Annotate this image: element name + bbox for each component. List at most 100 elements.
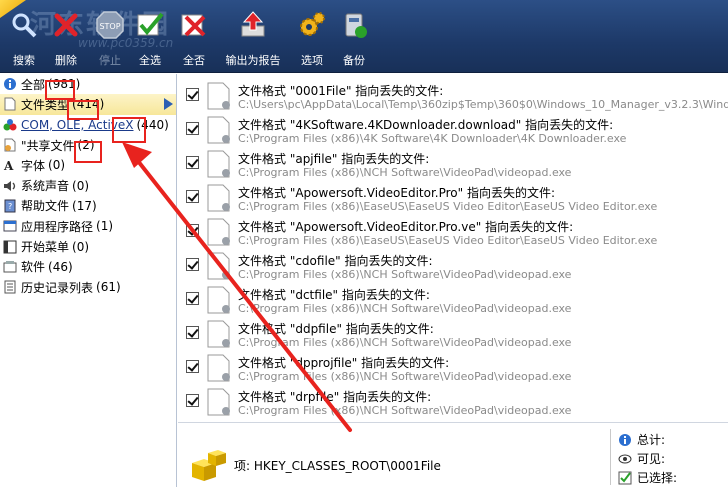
item-path: C:\Program Files (x86)\NCH Software\Vide… bbox=[238, 370, 572, 383]
select-all-icon bbox=[135, 10, 165, 40]
item-checkbox[interactable] bbox=[186, 88, 199, 101]
deselect-all-button[interactable]: 全否 bbox=[170, 10, 218, 68]
list-item[interactable]: 文件格式 "dpprojfile" 指向丢失的文件: C:\Program Fi… bbox=[178, 351, 728, 385]
help-book-icon: ? bbox=[3, 199, 17, 213]
missing-file-icon bbox=[204, 387, 234, 417]
font-icon: A bbox=[3, 158, 17, 173]
stat-selected-label: 已选择: bbox=[637, 471, 678, 485]
list-item[interactable]: 文件格式 "dctfile" 指向丢失的文件: C:\Program Files… bbox=[178, 283, 728, 317]
document-icon bbox=[3, 97, 17, 111]
history-list-icon bbox=[3, 280, 17, 294]
sidebar-item-count: (1) bbox=[96, 219, 114, 234]
svg-text:A: A bbox=[3, 159, 14, 172]
sidebar-item-label: "共享文件 bbox=[21, 138, 75, 153]
export-report-icon bbox=[238, 10, 268, 40]
item-path: C:\Program Files (x86)\NCH Software\Vide… bbox=[238, 404, 572, 417]
item-title: 文件格式 "dpprojfile" 指向丢失的文件: bbox=[238, 356, 450, 370]
delete-button[interactable]: 删除 bbox=[42, 10, 90, 68]
checkmark-icon bbox=[618, 471, 632, 485]
stop-icon: STOP bbox=[95, 10, 125, 40]
select-all-button[interactable]: 全选 bbox=[126, 10, 174, 68]
start-menu-icon bbox=[3, 240, 17, 254]
item-checkbox[interactable] bbox=[186, 190, 199, 203]
missing-file-icon bbox=[204, 115, 234, 145]
shared-file-icon bbox=[3, 138, 17, 152]
list-item[interactable]: 文件格式 "ddpfile" 指向丢失的文件: C:\Program Files… bbox=[178, 317, 728, 351]
toolbar: 河东软件园 www.pc0359.cn 搜索 删除 STOP 停止 全选 全否 bbox=[0, 0, 728, 73]
item-checkbox[interactable] bbox=[186, 292, 199, 305]
item-title: 文件格式 "drpfile" 指向丢失的文件: bbox=[238, 390, 432, 404]
info-circle-icon bbox=[3, 77, 17, 91]
search-icon bbox=[9, 10, 39, 40]
backup-button[interactable]: 备份 bbox=[330, 10, 378, 68]
missing-file-icon bbox=[204, 285, 234, 315]
item-path: C:\Program Files (x86)\NCH Software\Vide… bbox=[238, 302, 572, 315]
list-item[interactable]: 文件格式 "Apowersoft.VideoEditor.Pro.ve" 指向丢… bbox=[178, 215, 728, 249]
item-title: 文件格式 "ddpfile" 指向丢失的文件: bbox=[238, 322, 434, 336]
list-item[interactable]: 文件格式 "drpfile" 指向丢失的文件: C:\Program Files… bbox=[178, 385, 728, 419]
item-title: 文件格式 "cdofile" 指向丢失的文件: bbox=[238, 254, 433, 268]
sidebar-item-count: (0) bbox=[72, 178, 90, 193]
export-report-button[interactable]: 输出为报告 bbox=[218, 10, 288, 68]
stat-total: 总计: bbox=[618, 431, 665, 448]
status-area: 项: HKEY_CLASSES_ROOT\0001File 总计: 可见: 已选… bbox=[178, 422, 728, 487]
sidebar-item-count: (46) bbox=[48, 259, 73, 274]
options-gear-icon bbox=[297, 10, 327, 40]
stat-visible: 可见: bbox=[618, 450, 665, 467]
item-checkbox[interactable] bbox=[186, 258, 199, 271]
sidebar-item-help-files[interactable]: ? 帮助文件 (17) bbox=[0, 196, 176, 216]
item-checkbox[interactable] bbox=[186, 156, 199, 169]
stat-selected: 已选择: bbox=[618, 469, 677, 486]
item-path: C:\Program Files (x86)\EaseUS\EaseUS Vid… bbox=[238, 200, 658, 213]
missing-file-icon bbox=[204, 149, 234, 179]
export-report-label: 输出为报告 bbox=[225, 54, 281, 67]
svg-text:?: ? bbox=[8, 202, 12, 211]
item-path: C:\Program Files (x86)\NCH Software\Vide… bbox=[238, 166, 572, 179]
list-item[interactable]: 文件格式 "apjfile" 指向丢失的文件: C:\Program Files… bbox=[178, 147, 728, 181]
missing-file-icon bbox=[204, 81, 234, 111]
item-path: C:\Program Files (x86)\NCH Software\Vide… bbox=[238, 268, 572, 281]
delete-icon bbox=[51, 10, 81, 40]
list-item[interactable]: 文件格式 "4KSoftware.4KDownloader.download" … bbox=[178, 113, 728, 147]
item-checkbox[interactable] bbox=[186, 122, 199, 135]
sidebar-item-label: 历史记录列表 bbox=[21, 280, 94, 295]
software-icon bbox=[3, 260, 17, 274]
category-panel: 全部 (981) 文件类型 (414) COM, OLE, ActiveX (4… bbox=[0, 74, 177, 487]
results-list: 文件格式 "0001File" 指向丢失的文件: C:\Users\pc\App… bbox=[178, 74, 728, 422]
item-title: 文件格式 "0001File" 指向丢失的文件: bbox=[238, 84, 444, 98]
missing-file-icon bbox=[204, 353, 234, 383]
sidebar-item-app-paths[interactable]: 应用程序路径 (1) bbox=[0, 216, 176, 236]
sidebar-item-count: (17) bbox=[72, 198, 97, 213]
search-button[interactable]: 搜索 bbox=[0, 10, 48, 68]
list-item[interactable]: 文件格式 "cdofile" 指向丢失的文件: C:\Program Files… bbox=[178, 249, 728, 283]
backup-icon bbox=[339, 10, 369, 40]
item-path: C:\Program Files (x86)\NCH Software\Vide… bbox=[238, 336, 572, 349]
item-title: 文件格式 "Apowersoft.VideoEditor.Pro.ve" 指向丢… bbox=[238, 220, 574, 234]
item-title: 文件格式 "apjfile" 指向丢失的文件: bbox=[238, 152, 430, 166]
sidebar-item-system-sounds[interactable]: 系统声音 (0) bbox=[0, 175, 176, 195]
missing-file-icon bbox=[204, 217, 234, 247]
sidebar-item-history-list[interactable]: 历史记录列表 (61) bbox=[0, 277, 176, 297]
item-checkbox[interactable] bbox=[186, 326, 199, 339]
com-components-icon bbox=[3, 118, 17, 132]
list-item[interactable]: 文件格式 "Apowersoft.VideoEditor.Pro" 指向丢失的文… bbox=[178, 181, 728, 215]
item-checkbox[interactable] bbox=[186, 224, 199, 237]
item-checkbox[interactable] bbox=[186, 394, 199, 407]
options-button[interactable]: 选项 bbox=[288, 10, 336, 68]
list-item[interactable]: 文件格式 "0001File" 指向丢失的文件: C:\Users\pc\App… bbox=[178, 79, 728, 113]
sidebar-item-label: 系统声音 bbox=[21, 179, 70, 194]
sidebar-item-start-menu[interactable]: 开始菜单 (0) bbox=[0, 236, 176, 256]
search-label: 搜索 bbox=[13, 54, 35, 67]
stat-visible-label: 可见: bbox=[637, 452, 666, 466]
svg-text:STOP: STOP bbox=[99, 22, 120, 31]
item-path: C:\Program Files (x86)\EaseUS\EaseUS Vid… bbox=[238, 234, 658, 247]
highlight-box-file-types bbox=[67, 100, 99, 120]
item-title: 文件格式 "Apowersoft.VideoEditor.Pro" 指向丢失的文… bbox=[238, 186, 556, 200]
sidebar-item-software[interactable]: 软件 (46) bbox=[0, 257, 176, 277]
missing-file-icon bbox=[204, 319, 234, 349]
status-divider bbox=[610, 429, 611, 485]
item-checkbox[interactable] bbox=[186, 360, 199, 373]
expand-arrow-icon[interactable] bbox=[164, 98, 173, 111]
sidebar-item-label: 帮助文件 bbox=[21, 199, 70, 214]
sidebar-item-all[interactable]: 全部 (981) bbox=[0, 74, 176, 94]
